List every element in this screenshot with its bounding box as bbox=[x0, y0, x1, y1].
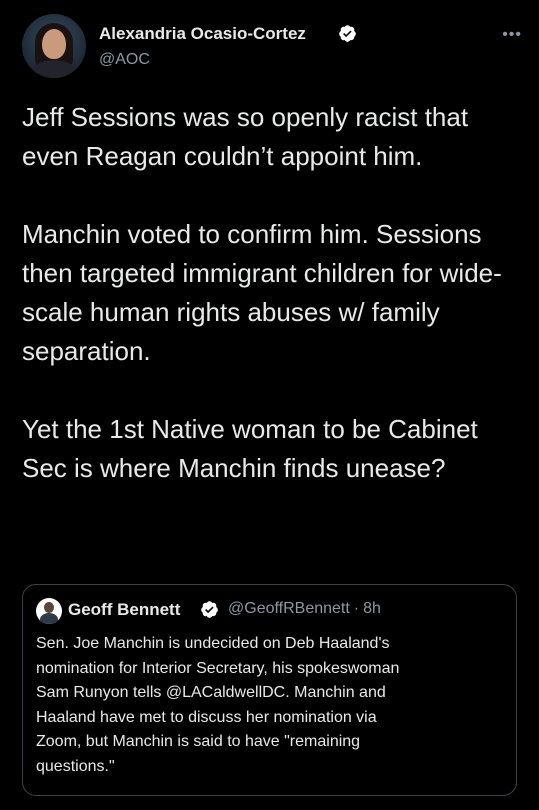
tweet-paragraph: Manchin voted to confirm him. Sessions t… bbox=[22, 219, 502, 366]
more-options-icon[interactable]: ••• bbox=[502, 26, 522, 44]
quoted-author-name[interactable]: Geoff Bennett bbox=[68, 600, 180, 620]
tweet-header: Alexandria Ocasio-Cortez @AOC ••• bbox=[22, 14, 522, 80]
quoted-timestamp[interactable]: 8h bbox=[363, 600, 381, 617]
avatar-head bbox=[44, 602, 54, 613]
tweet-text: Jeff Sessions was so openly racist that … bbox=[22, 98, 522, 488]
quoted-author-meta: @GeoffRBennett · 8h bbox=[228, 600, 381, 618]
meta-separator: · bbox=[353, 600, 360, 617]
author-handle[interactable]: @AOC bbox=[99, 51, 150, 69]
quoted-tweet[interactable]: Geoff Bennett @GeoffRBennett · 8h Sen. Joe… bbox=[22, 584, 517, 796]
quoted-author-avatar[interactable] bbox=[36, 598, 62, 624]
author-avatar[interactable] bbox=[22, 14, 86, 78]
verified-badge-icon bbox=[201, 601, 218, 618]
quoted-author-handle[interactable]: @GeoffRBennett bbox=[228, 600, 350, 617]
avatar-face bbox=[42, 29, 66, 59]
quoted-tweet-text: Sen. Joe Manchin is undecided on Deb Haa… bbox=[36, 635, 400, 775]
author-name[interactable]: Alexandria Ocasio-Cortez bbox=[99, 24, 306, 44]
verified-badge-icon bbox=[339, 25, 356, 42]
tweet-paragraph: Jeff Sessions was so openly racist that … bbox=[22, 102, 469, 171]
tweet-paragraph: Yet the 1st Native woman to be Cabinet S… bbox=[22, 414, 478, 483]
avatar-body bbox=[40, 613, 58, 624]
